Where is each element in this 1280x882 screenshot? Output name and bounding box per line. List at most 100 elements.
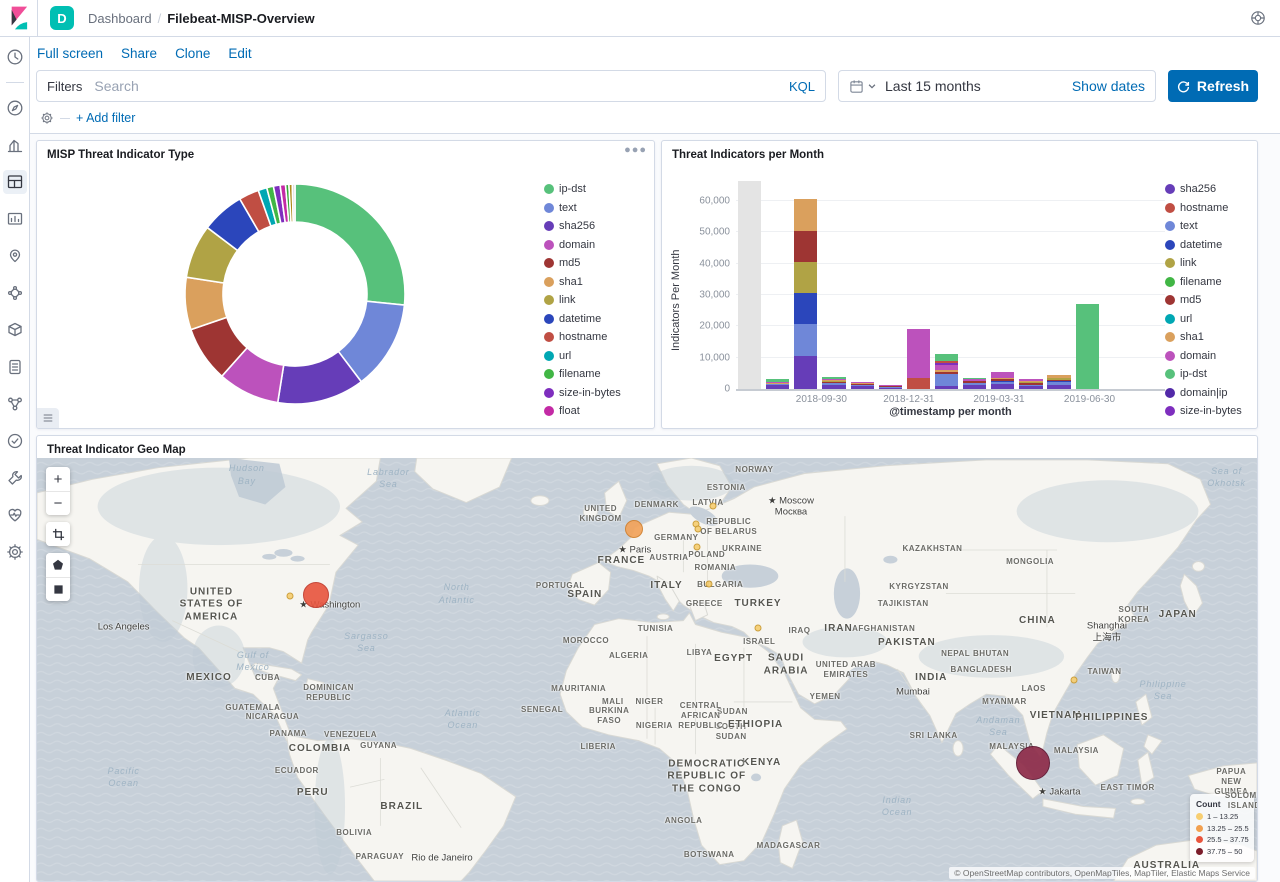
filter-options-gear-icon[interactable]	[40, 111, 54, 125]
stacked-bar[interactable]	[851, 382, 874, 389]
stacked-bar[interactable]	[1019, 379, 1042, 389]
bar-segment-sha256[interactable]	[991, 384, 1014, 389]
map-point-bubble[interactable]	[303, 582, 329, 608]
donut-legend-item-ip-dst[interactable]: ip-dst	[544, 183, 648, 195]
bar-legend-item-domain|ip[interactable]: domain|ip	[1165, 387, 1251, 399]
bar-segment-md5[interactable]	[794, 231, 817, 262]
kql-toggle[interactable]: KQL	[781, 79, 815, 94]
date-picker-calendar-button[interactable]	[849, 79, 877, 94]
donut-slice-other[interactable]	[292, 184, 295, 222]
stacked-bar[interactable]	[907, 329, 930, 389]
donut-legend-item-sha256[interactable]: sha256	[544, 220, 648, 232]
menu-full-screen[interactable]: Full screen	[37, 46, 103, 61]
donut-legend-item-domain[interactable]: domain	[544, 239, 648, 251]
menu-share[interactable]: Share	[121, 46, 157, 61]
panel-options-icon[interactable]: ●●●	[624, 146, 647, 154]
bar-segment-ip-dst[interactable]	[935, 354, 958, 361]
stacked-bar[interactable]	[794, 199, 817, 389]
donut-legend-item-link[interactable]: link	[544, 294, 648, 306]
nav-dev-tools[interactable]	[3, 466, 27, 490]
menu-edit[interactable]: Edit	[228, 46, 251, 61]
stacked-bar[interactable]	[766, 379, 789, 389]
donut-legend-item-url[interactable]: url	[544, 350, 648, 362]
help-menu-button[interactable]	[1250, 10, 1266, 26]
map-point-small[interactable]	[709, 503, 716, 510]
bar-segment-ip-dst[interactable]	[1076, 304, 1099, 389]
stacked-bar[interactable]	[935, 354, 958, 389]
kibana-logo[interactable]	[0, 0, 38, 36]
nav-uptime[interactable]	[3, 429, 27, 453]
map-point-bubble[interactable]	[1016, 746, 1050, 780]
bar-legend-item-url[interactable]: url	[1165, 313, 1251, 325]
bar-plot[interactable]: 010,00020,00030,00040,00050,00060,000	[736, 179, 1165, 391]
donut-legend-item-sha1[interactable]: sha1	[544, 276, 648, 288]
nav-apm[interactable]	[3, 392, 27, 416]
donut-chart[interactable]	[45, 165, 544, 422]
donut-legend-item-float[interactable]: float	[544, 405, 648, 417]
map-point-small[interactable]	[1071, 676, 1078, 683]
stacked-bar[interactable]	[1047, 375, 1070, 389]
stacked-bar[interactable]	[738, 181, 761, 389]
donut-legend-item-md5[interactable]: md5	[544, 257, 648, 269]
nav-infrastructure[interactable]	[3, 318, 27, 342]
map-point-small[interactable]	[706, 581, 713, 588]
bar-segment-sha256[interactable]	[1019, 386, 1042, 389]
map-draw-rectangle-button[interactable]	[46, 577, 70, 601]
stacked-bar[interactable]	[879, 385, 902, 389]
nav-machine-learning[interactable]	[3, 281, 27, 305]
breadcrumb-section[interactable]: Dashboard	[88, 11, 152, 26]
bar-legend-item-sha1[interactable]: sha1	[1165, 331, 1251, 343]
donut-legend-item-hostname[interactable]: hostname	[544, 331, 648, 343]
bar-segment-sha256[interactable]	[1047, 385, 1070, 389]
map-point-small[interactable]	[694, 544, 701, 551]
map-draw-polygon-button[interactable]	[46, 553, 70, 577]
bar-legend-item-domain[interactable]: domain	[1165, 350, 1251, 362]
bar-segment-sha1[interactable]	[794, 199, 817, 230]
add-filter-link[interactable]: + Add filter	[76, 111, 135, 125]
bar-legend-item-sha256[interactable]: sha256	[1165, 183, 1251, 195]
stacked-bar[interactable]	[1076, 304, 1099, 389]
bar-segment-text[interactable]	[794, 324, 817, 357]
bar-legend-item-size-in-bytes[interactable]: size-in-bytes	[1165, 405, 1251, 417]
map-zoom-in-button[interactable]: +	[46, 467, 70, 491]
bar-segment-sha256[interactable]	[963, 385, 986, 389]
bar-legend-item-ip-dst[interactable]: ip-dst	[1165, 368, 1251, 380]
map-point-bubble[interactable]	[625, 520, 643, 538]
bar-segment-datetime[interactable]	[794, 293, 817, 323]
show-dates-link[interactable]: Show dates	[1072, 78, 1145, 94]
bar-segment-sha256[interactable]	[822, 385, 845, 389]
time-range-value[interactable]: Last 15 months	[885, 78, 1064, 94]
nav-management[interactable]	[3, 540, 27, 564]
map-point-small[interactable]	[755, 624, 762, 631]
refresh-button[interactable]: Refresh	[1168, 70, 1258, 102]
nav-dashboard[interactable]	[3, 170, 27, 194]
bar-segment-sha256[interactable]	[766, 385, 789, 389]
stacked-bar[interactable]	[991, 372, 1014, 389]
bar-legend-item-filename[interactable]: filename	[1165, 276, 1251, 288]
search-input[interactable]	[94, 78, 781, 94]
bar-segment-sha256[interactable]	[935, 386, 958, 389]
nav-maps[interactable]	[3, 244, 27, 268]
donut-legend-item-text[interactable]: text	[544, 202, 648, 214]
legend-toggle-button[interactable]	[37, 408, 59, 428]
bar-segment-hostname[interactable]	[907, 378, 930, 389]
bar-segment-gray[interactable]	[738, 181, 761, 389]
nav-logs[interactable]	[3, 355, 27, 379]
donut-legend-item-size-in-bytes[interactable]: size-in-bytes	[544, 387, 648, 399]
map-attribution[interactable]: © OpenStreetMap contributors, OpenMapTil…	[949, 867, 1255, 879]
bar-legend-item-hostname[interactable]: hostname	[1165, 202, 1251, 214]
bar-legend-item-datetime[interactable]: datetime	[1165, 239, 1251, 251]
bar-segment-sha256[interactable]	[851, 386, 874, 389]
nav-visualize[interactable]	[3, 133, 27, 157]
nav-recently-viewed[interactable]	[3, 45, 27, 69]
bar-segment-domain[interactable]	[907, 329, 930, 378]
nav-discover[interactable]	[3, 96, 27, 120]
nav-canvas[interactable]	[3, 207, 27, 231]
bar-legend-item-md5[interactable]: md5	[1165, 294, 1251, 306]
bar-legend-item-text[interactable]: text	[1165, 220, 1251, 232]
stacked-bar[interactable]	[822, 377, 845, 389]
bar-segment-link[interactable]	[794, 262, 817, 293]
donut-slice-ip-dst[interactable]	[295, 184, 405, 305]
map-point-small[interactable]	[695, 526, 702, 533]
menu-clone[interactable]: Clone	[175, 46, 210, 61]
